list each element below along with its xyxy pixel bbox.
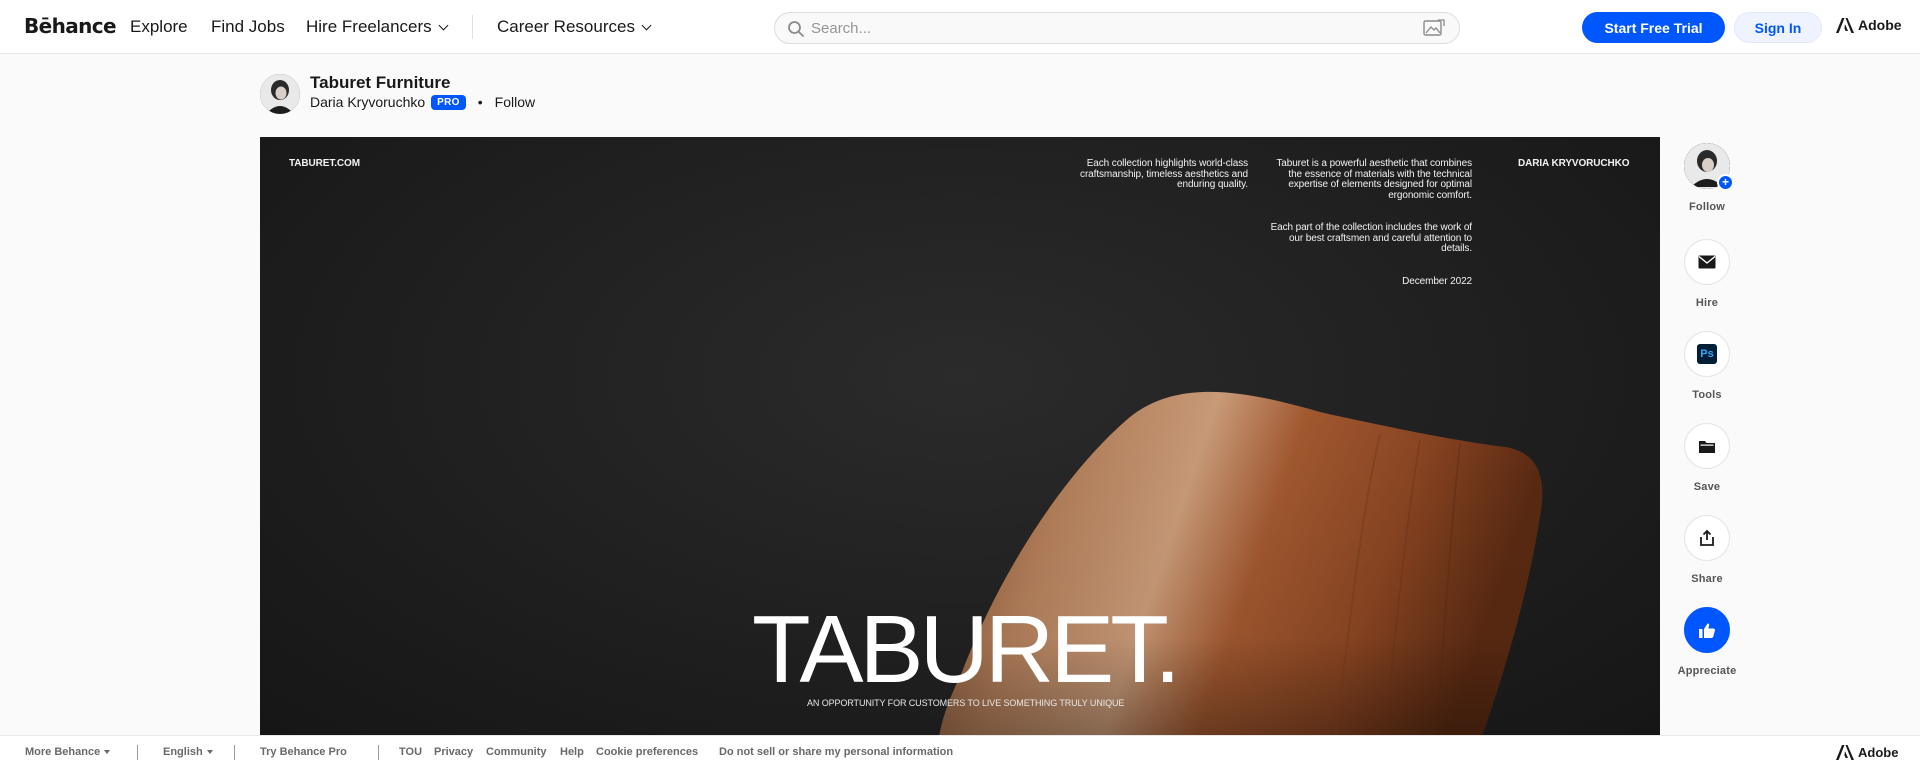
- footer-more-label: More Behance: [25, 746, 101, 758]
- adobe-link[interactable]: Adobe: [1836, 17, 1902, 33]
- follow-link[interactable]: Follow: [495, 94, 535, 110]
- adobe-label: Adobe: [1858, 17, 1902, 33]
- chevron-down-icon: [641, 20, 652, 30]
- sign-in-button[interactable]: Sign In: [1734, 12, 1822, 43]
- hero-tagline: AN OPPORTUNITY FOR CUSTOMERS TO LIVE SOM…: [807, 698, 1125, 708]
- footer-link-help[interactable]: Help: [560, 746, 584, 758]
- project-main-image[interactable]: TABURET.COM Each collection highlights w…: [260, 137, 1660, 735]
- footer-divider: [234, 745, 235, 760]
- footer-divider: [378, 745, 379, 760]
- adobe-logo-icon: [1836, 17, 1854, 33]
- rail-follow[interactable]: + Follow: [1660, 143, 1754, 213]
- rail-appreciate-label: Appreciate: [1677, 665, 1737, 677]
- avatar-image: [260, 74, 300, 114]
- nav-find-jobs-label: Find Jobs: [211, 17, 285, 36]
- nav-career-resources[interactable]: Career Resources: [497, 17, 652, 37]
- hire-button[interactable]: [1684, 239, 1730, 285]
- search-icon: [788, 21, 804, 37]
- rail-tools-label: Tools: [1692, 389, 1722, 401]
- top-navigation-bar: Bēhance Explore Find Jobs Hire Freelance…: [0, 0, 1920, 54]
- envelope-icon: [1698, 255, 1716, 269]
- hero-paragraph-3: Each part of the collection includes the…: [1270, 222, 1473, 254]
- nav-hire-freelancers[interactable]: Hire Freelancers: [306, 17, 449, 37]
- footer-language-label: English: [163, 746, 203, 758]
- nav-hire-freelancers-label: Hire Freelancers: [306, 17, 432, 36]
- footer-language[interactable]: English: [163, 746, 213, 758]
- rail-share[interactable]: Share: [1660, 515, 1754, 585]
- footer-adobe-label: Adobe: [1858, 745, 1899, 760]
- owner-name-link[interactable]: Daria Kryvoruchko: [310, 94, 425, 110]
- hero-author: DARIA KRYVORUCHKO: [1518, 158, 1630, 169]
- adobe-logo-icon: [1836, 745, 1854, 760]
- chevron-down-icon: [438, 20, 449, 30]
- footer-divider: [137, 745, 138, 760]
- image-search-icon[interactable]: [1423, 19, 1445, 37]
- search-input[interactable]: [811, 19, 1391, 37]
- separator-dot: •: [477, 94, 483, 110]
- caret-down-icon: [206, 750, 213, 754]
- behance-logo[interactable]: Bēhance: [24, 14, 117, 38]
- rail-share-label: Share: [1691, 573, 1723, 585]
- rail-save-label: Save: [1693, 481, 1721, 493]
- footer-link-do-not-sell[interactable]: Do not sell or share my personal informa…: [719, 746, 953, 758]
- hero-paragraph-1: Each collection highlights world-class c…: [1080, 158, 1248, 190]
- footer-try-pro[interactable]: Try Behance Pro: [260, 746, 347, 758]
- hero-site-text: TABURET.COM: [289, 158, 360, 169]
- photoshop-icon: Ps: [1697, 344, 1717, 364]
- owner-avatar[interactable]: [260, 74, 300, 114]
- hero-date: December 2022: [1402, 276, 1472, 287]
- footer-link-privacy[interactable]: Privacy: [434, 746, 473, 758]
- footer-bar: More Behance English Try Behance Pro TOU…: [0, 735, 1920, 768]
- rail-hire-label: Hire: [1695, 297, 1719, 309]
- project-title: Taburet Furniture: [310, 73, 451, 92]
- pro-badge: PRO: [431, 94, 466, 110]
- nav-explore-label: Explore: [130, 17, 188, 36]
- share-icon: [1700, 530, 1714, 546]
- rail-owner-avatar[interactable]: +: [1684, 143, 1734, 191]
- project-owner-line: Daria Kryvoruchko PRO • Follow: [310, 94, 535, 110]
- caret-down-icon: [104, 750, 111, 754]
- footer-link-tou[interactable]: TOU: [399, 746, 422, 758]
- rail-save[interactable]: Save: [1660, 423, 1754, 493]
- rail-follow-label: Follow: [1688, 201, 1726, 213]
- hero-title: TABURET.: [752, 596, 1181, 703]
- footer-more-behance[interactable]: More Behance: [25, 746, 111, 758]
- folder-icon: [1699, 440, 1715, 453]
- rail-tools[interactable]: Ps Tools: [1660, 331, 1754, 401]
- nav-explore[interactable]: Explore: [130, 17, 188, 37]
- start-free-trial-button[interactable]: Start Free Trial: [1582, 12, 1725, 43]
- rail-hire[interactable]: Hire: [1660, 239, 1754, 309]
- footer-adobe-link[interactable]: Adobe: [1836, 745, 1898, 760]
- footer-link-cookie-preferences[interactable]: Cookie preferences: [596, 746, 698, 758]
- rail-appreciate[interactable]: Appreciate: [1660, 607, 1754, 677]
- appreciate-button[interactable]: [1684, 607, 1730, 653]
- plus-icon: +: [1717, 174, 1734, 191]
- tools-button[interactable]: Ps: [1684, 331, 1730, 377]
- footer-link-community[interactable]: Community: [486, 746, 547, 758]
- share-button[interactable]: [1684, 515, 1730, 561]
- search-bar: [774, 12, 1460, 44]
- save-button[interactable]: [1684, 423, 1730, 469]
- hero-paragraph-2: Taburet is a powerful aesthetic that com…: [1276, 158, 1472, 201]
- nav-find-jobs[interactable]: Find Jobs: [211, 17, 285, 37]
- thumbs-up-icon: [1699, 623, 1715, 638]
- nav-divider: [472, 15, 473, 39]
- nav-career-resources-label: Career Resources: [497, 17, 635, 36]
